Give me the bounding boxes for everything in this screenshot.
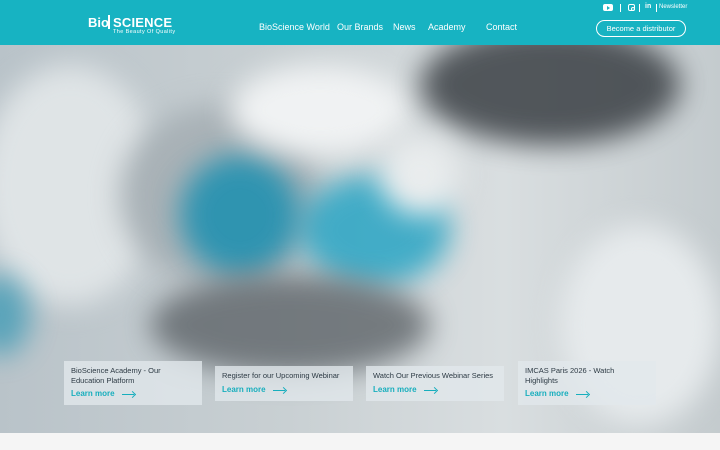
youtube-icon[interactable] <box>603 4 613 11</box>
divider <box>656 4 657 12</box>
linkedin-icon[interactable]: in <box>645 3 651 10</box>
site-header: Bio SCIENCE The Beauty Of Quality BioSci… <box>0 0 720 45</box>
hero-banner: BioScience Academy - Our Education Platf… <box>0 45 720 433</box>
card-title: IMCAS Paris 2026 - Watch Highlights <box>525 366 615 385</box>
learn-more-link[interactable]: Learn more <box>222 385 266 394</box>
nav-item-academy[interactable]: Academy <box>428 22 466 32</box>
promo-card-imcas[interactable]: IMCAS Paris 2026 - Watch Highlights Lear… <box>518 361 656 405</box>
become-distributor-button[interactable]: Become a distributor <box>596 20 686 37</box>
logo-science-text: SCIENCE <box>113 15 173 30</box>
promo-card-previous-webinar[interactable]: Watch Our Previous Webinar Series Learn … <box>366 366 504 401</box>
arrow-right-icon <box>273 387 286 393</box>
hero-image-blur <box>420 45 680 145</box>
hero-image-blur <box>150 275 430 375</box>
page-footer-strip <box>0 433 720 450</box>
hero-image-blur <box>380 135 460 215</box>
logo-bio-text: Bio <box>88 15 109 30</box>
logo-tagline: The Beauty Of Quality <box>113 29 176 35</box>
card-title: Register for our Upcoming Webinar <box>222 371 340 380</box>
arrow-right-icon <box>122 391 135 397</box>
arrow-right-icon <box>424 387 437 393</box>
card-title: Watch Our Previous Webinar Series <box>373 371 494 380</box>
nav-item-our-brands[interactable]: Our Brands <box>337 22 383 32</box>
promo-card-upcoming-webinar[interactable]: Register for our Upcoming Webinar Learn … <box>215 366 353 401</box>
nav-item-bioscience-world[interactable]: BioScience World <box>259 22 330 32</box>
divider <box>639 4 640 12</box>
arrow-right-icon <box>576 391 589 397</box>
card-title: BioScience Academy - Our Education Platf… <box>71 366 161 385</box>
learn-more-link[interactable]: Learn more <box>373 385 417 394</box>
hero-image-blur <box>180 155 300 275</box>
hero-image-blur <box>230 65 410 155</box>
newsletter-link[interactable]: Newsletter <box>659 4 687 10</box>
nav-item-contact[interactable]: Contact <box>486 22 517 32</box>
divider <box>620 4 621 12</box>
promo-card-academy[interactable]: BioScience Academy - Our Education Platf… <box>64 361 202 405</box>
learn-more-link[interactable]: Learn more <box>71 389 115 398</box>
logo-divider <box>108 15 110 29</box>
learn-more-link[interactable]: Learn more <box>525 389 569 398</box>
nav-item-news[interactable]: News <box>393 22 416 32</box>
instagram-icon[interactable] <box>628 4 635 11</box>
